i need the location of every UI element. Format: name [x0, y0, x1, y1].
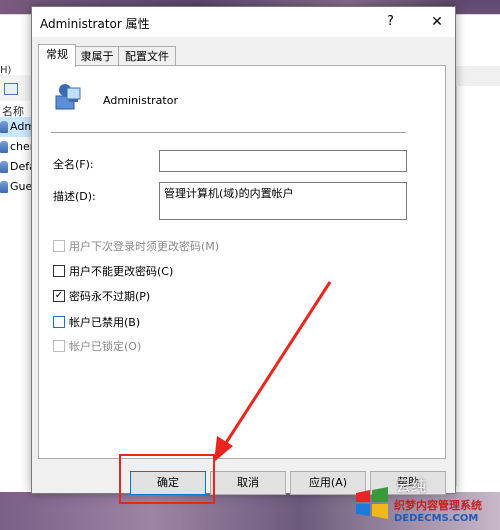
user-icon: [0, 121, 8, 133]
properties-dialog: Administrator 属性 ? ✕ 常规 隶属于 配置文件 Adminis…: [31, 6, 456, 495]
checkbox-box[interactable]: [53, 316, 65, 328]
general-tab-panel: Administrator 全名(F): 描述(D): 管理计算机(域)的内置帐…: [38, 65, 446, 459]
fullname-label: 全名(F):: [53, 158, 94, 171]
cancel-button[interactable]: 取消: [210, 471, 286, 495]
checkbox-must-change-password[interactable]: 用户下次登录时须更改密码(M): [53, 238, 219, 254]
background-right-panel: [456, 86, 500, 486]
view-icon[interactable]: [4, 83, 18, 95]
user-account-icon: [55, 84, 81, 110]
checkbox-label: 密码永不过期(P): [69, 290, 151, 303]
checkbox-account-disabled[interactable]: 帐户已禁用(B): [53, 314, 140, 330]
separator: [51, 132, 406, 133]
user-icon: [0, 181, 8, 193]
checkbox-box[interactable]: [53, 265, 65, 277]
watermark-line2: DEDECMS.COM: [394, 513, 479, 524]
dialog-title: Administrator 属性: [40, 17, 150, 31]
windows-logo-icon: [356, 487, 388, 519]
watermark: 云纯 织梦内容管理系统 DEDECMS.COM: [352, 475, 500, 530]
close-icon[interactable]: ✕: [420, 7, 454, 37]
checkbox-cannot-change-password[interactable]: 用户不能更改密码(C): [53, 263, 173, 279]
fullname-field[interactable]: [159, 150, 407, 172]
background-right-header: [456, 66, 500, 87]
tab-member-of[interactable]: 隶属于: [74, 46, 120, 66]
checkbox-account-locked[interactable]: 帐户已锁定(O): [53, 338, 141, 354]
checkbox-box[interactable]: [53, 240, 65, 252]
checkbox-label: 用户下次登录时须更改密码(M): [69, 240, 220, 253]
checkbox-label: 用户不能更改密码(C): [69, 265, 174, 278]
checkbox-label: 帐户已锁定(O): [69, 340, 142, 353]
user-icon: [0, 141, 8, 153]
check-mark-icon[interactable]: ✓: [53, 290, 65, 302]
description-field[interactable]: 管理计算机(域)的内置帐户: [159, 182, 407, 220]
highlight-box: [119, 454, 215, 504]
description-label: 描述(D):: [53, 190, 96, 203]
tab-general[interactable]: 常规: [38, 44, 76, 67]
checkbox-label: 帐户已禁用(B): [69, 316, 141, 329]
tab-profile[interactable]: 配置文件: [118, 46, 176, 66]
checkbox-password-never-expires[interactable]: ✓ 密码永不过期(P): [53, 288, 150, 304]
watermark-brand: 云纯: [396, 477, 427, 495]
user-icon: [0, 161, 8, 173]
watermark-line1: 织梦内容管理系统: [394, 499, 482, 512]
checkbox-box[interactable]: [53, 340, 65, 352]
help-icon[interactable]: ?: [387, 14, 394, 29]
title-bar[interactable]: Administrator 属性 ? ✕: [32, 7, 455, 37]
user-name: Administrator: [103, 94, 178, 107]
